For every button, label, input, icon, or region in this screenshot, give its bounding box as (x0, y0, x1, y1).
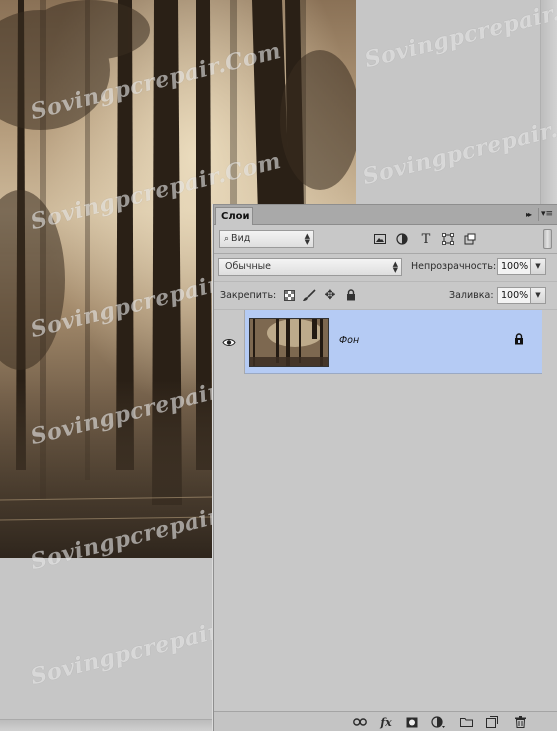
search-icon: ⌕ (224, 234, 230, 244)
lock-transparent-pixels-icon[interactable] (282, 288, 296, 302)
opacity-label: Непрозрачность: (411, 261, 497, 272)
panel-titlebar: Слои ▸▸ ▾≡ (214, 205, 557, 225)
smart-object-filter-icon[interactable] (462, 231, 478, 247)
fill-label: Заливка: (449, 290, 494, 301)
opacity-dropdown-icon[interactable]: ▼ (531, 258, 546, 275)
filter-toggle-switch[interactable] (543, 229, 552, 249)
visibility-toggle[interactable] (214, 310, 245, 374)
link-layers-icon[interactable] (352, 714, 368, 730)
new-adjustment-layer-icon[interactable] (430, 714, 446, 730)
layers-scrollbar[interactable] (542, 310, 557, 708)
layers-panel: Слои ▸▸ ▾≡ ⌕ Вид ▲ ▼ T Обычные ▲ ▼ Непро… (213, 204, 557, 731)
watermark: Sovingpcrepair.Com (362, 0, 557, 74)
layer-name[interactable]: Фон (339, 335, 359, 346)
layers-list[interactable]: Фон (214, 310, 557, 708)
select-arrows-icon: ▲ ▼ (392, 260, 398, 274)
layer-style-icon[interactable]: fx (378, 714, 394, 730)
opacity-field[interactable]: 100% (497, 258, 531, 275)
blend-row: Обычные ▲ ▼ Непрозрачность: 100% ▼ (214, 254, 557, 282)
filter-kind-value: Вид (231, 233, 251, 244)
lock-label: Закрепить: (220, 290, 277, 301)
type-filter-icon[interactable]: T (418, 231, 434, 247)
new-group-icon[interactable] (458, 714, 474, 730)
filter-kind-select[interactable]: ⌕ Вид ▲ ▼ (219, 230, 314, 248)
layer-row-background[interactable]: Фон (214, 310, 542, 374)
watermark: Sovingpcrepair.Com (360, 102, 557, 191)
panel-menu-icon[interactable]: ▾≡ (538, 208, 555, 221)
lock-image-pixels-icon[interactable] (302, 288, 316, 302)
shape-filter-icon[interactable] (440, 231, 456, 247)
image-filter-icon[interactable] (372, 231, 388, 247)
select-arrows-icon: ▲ ▼ (304, 232, 310, 246)
new-layer-icon[interactable] (484, 714, 500, 730)
fill-dropdown-icon[interactable]: ▼ (531, 287, 546, 304)
collapse-panel-icon[interactable]: ▸▸ (521, 209, 535, 220)
fill-field[interactable]: 100% (497, 287, 531, 304)
blend-mode-select[interactable]: Обычные ▲ ▼ (218, 258, 402, 276)
blend-mode-value: Обычные (225, 261, 272, 272)
lock-row: Закрепить: ✥ Заливка: 100% ▼ (214, 282, 557, 310)
lock-position-icon[interactable]: ✥ (323, 288, 337, 303)
adjustment-filter-icon[interactable] (394, 231, 410, 247)
layer-thumbnail[interactable] (249, 318, 329, 367)
eye-icon[interactable] (222, 338, 236, 347)
panel-footer: fx (214, 711, 557, 731)
layer-lock-icon (514, 333, 524, 348)
tab-layers[interactable]: Слои (215, 207, 253, 225)
delete-layer-icon[interactable] (512, 714, 528, 730)
lock-all-icon[interactable] (344, 288, 358, 302)
add-mask-icon[interactable] (404, 714, 420, 730)
filter-row: ⌕ Вид ▲ ▼ T (214, 225, 557, 254)
